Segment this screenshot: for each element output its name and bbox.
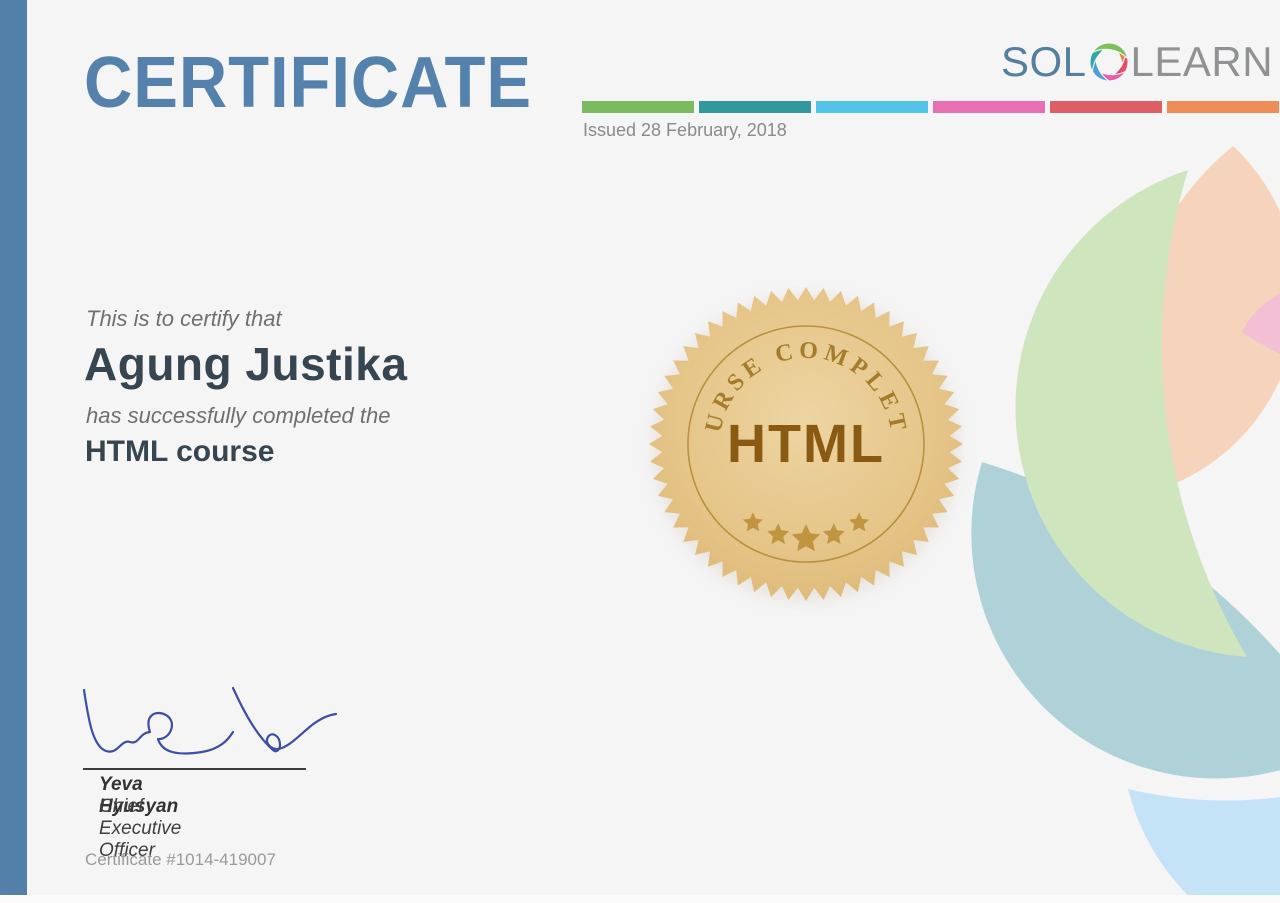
left-accent-bar: [0, 0, 27, 895]
color-bar-segment: [582, 101, 694, 113]
course-completed-seal: COURSE COMPLETED HTML: [649, 287, 963, 601]
swirl-petal-salmon: [1126, 146, 1280, 492]
course-name: HTML course: [85, 435, 275, 468]
color-bar-segment: [699, 101, 811, 113]
swirl-petal-lightblue: [1128, 789, 1280, 903]
color-bar-row: [582, 101, 1280, 113]
color-bar-segment: [1167, 101, 1279, 113]
signature-stroke: [231, 686, 338, 753]
bottom-margin-strip: [0, 895, 1280, 903]
color-bar-segment: [933, 101, 1045, 113]
page-title: CERTIFICATE: [84, 43, 532, 123]
certificate-page: CERTIFICATE SOL LEARN Issued 28 February…: [0, 0, 1280, 903]
certificate-number: Certificate #1014-419007: [85, 850, 276, 869]
sololearn-logo: SOL LEARN: [1001, 40, 1273, 84]
color-bar-segment: [816, 101, 928, 113]
swirl-petal-green: [1015, 170, 1247, 657]
signature-line: [83, 768, 306, 770]
recipient-name: Agung Justika: [84, 338, 408, 390]
signature-stroke: [82, 688, 235, 755]
sololearn-swirl-icon: [1088, 42, 1129, 82]
issued-date: Issued 28 February, 2018: [583, 120, 787, 140]
logo-text-learn: LEARN: [1130, 38, 1274, 85]
signature-graphic: [82, 686, 338, 755]
swirl-petal-pink: [1242, 293, 1280, 354]
swirl-petal-teal: [971, 462, 1280, 779]
color-bar-segment: [1050, 101, 1162, 113]
logo-text-sol: SOL: [1001, 38, 1087, 85]
certify-intro-text: This is to certify that: [86, 306, 282, 331]
completion-text: has successfully completed the: [86, 403, 391, 428]
seal-course-label: HTML: [727, 414, 885, 474]
